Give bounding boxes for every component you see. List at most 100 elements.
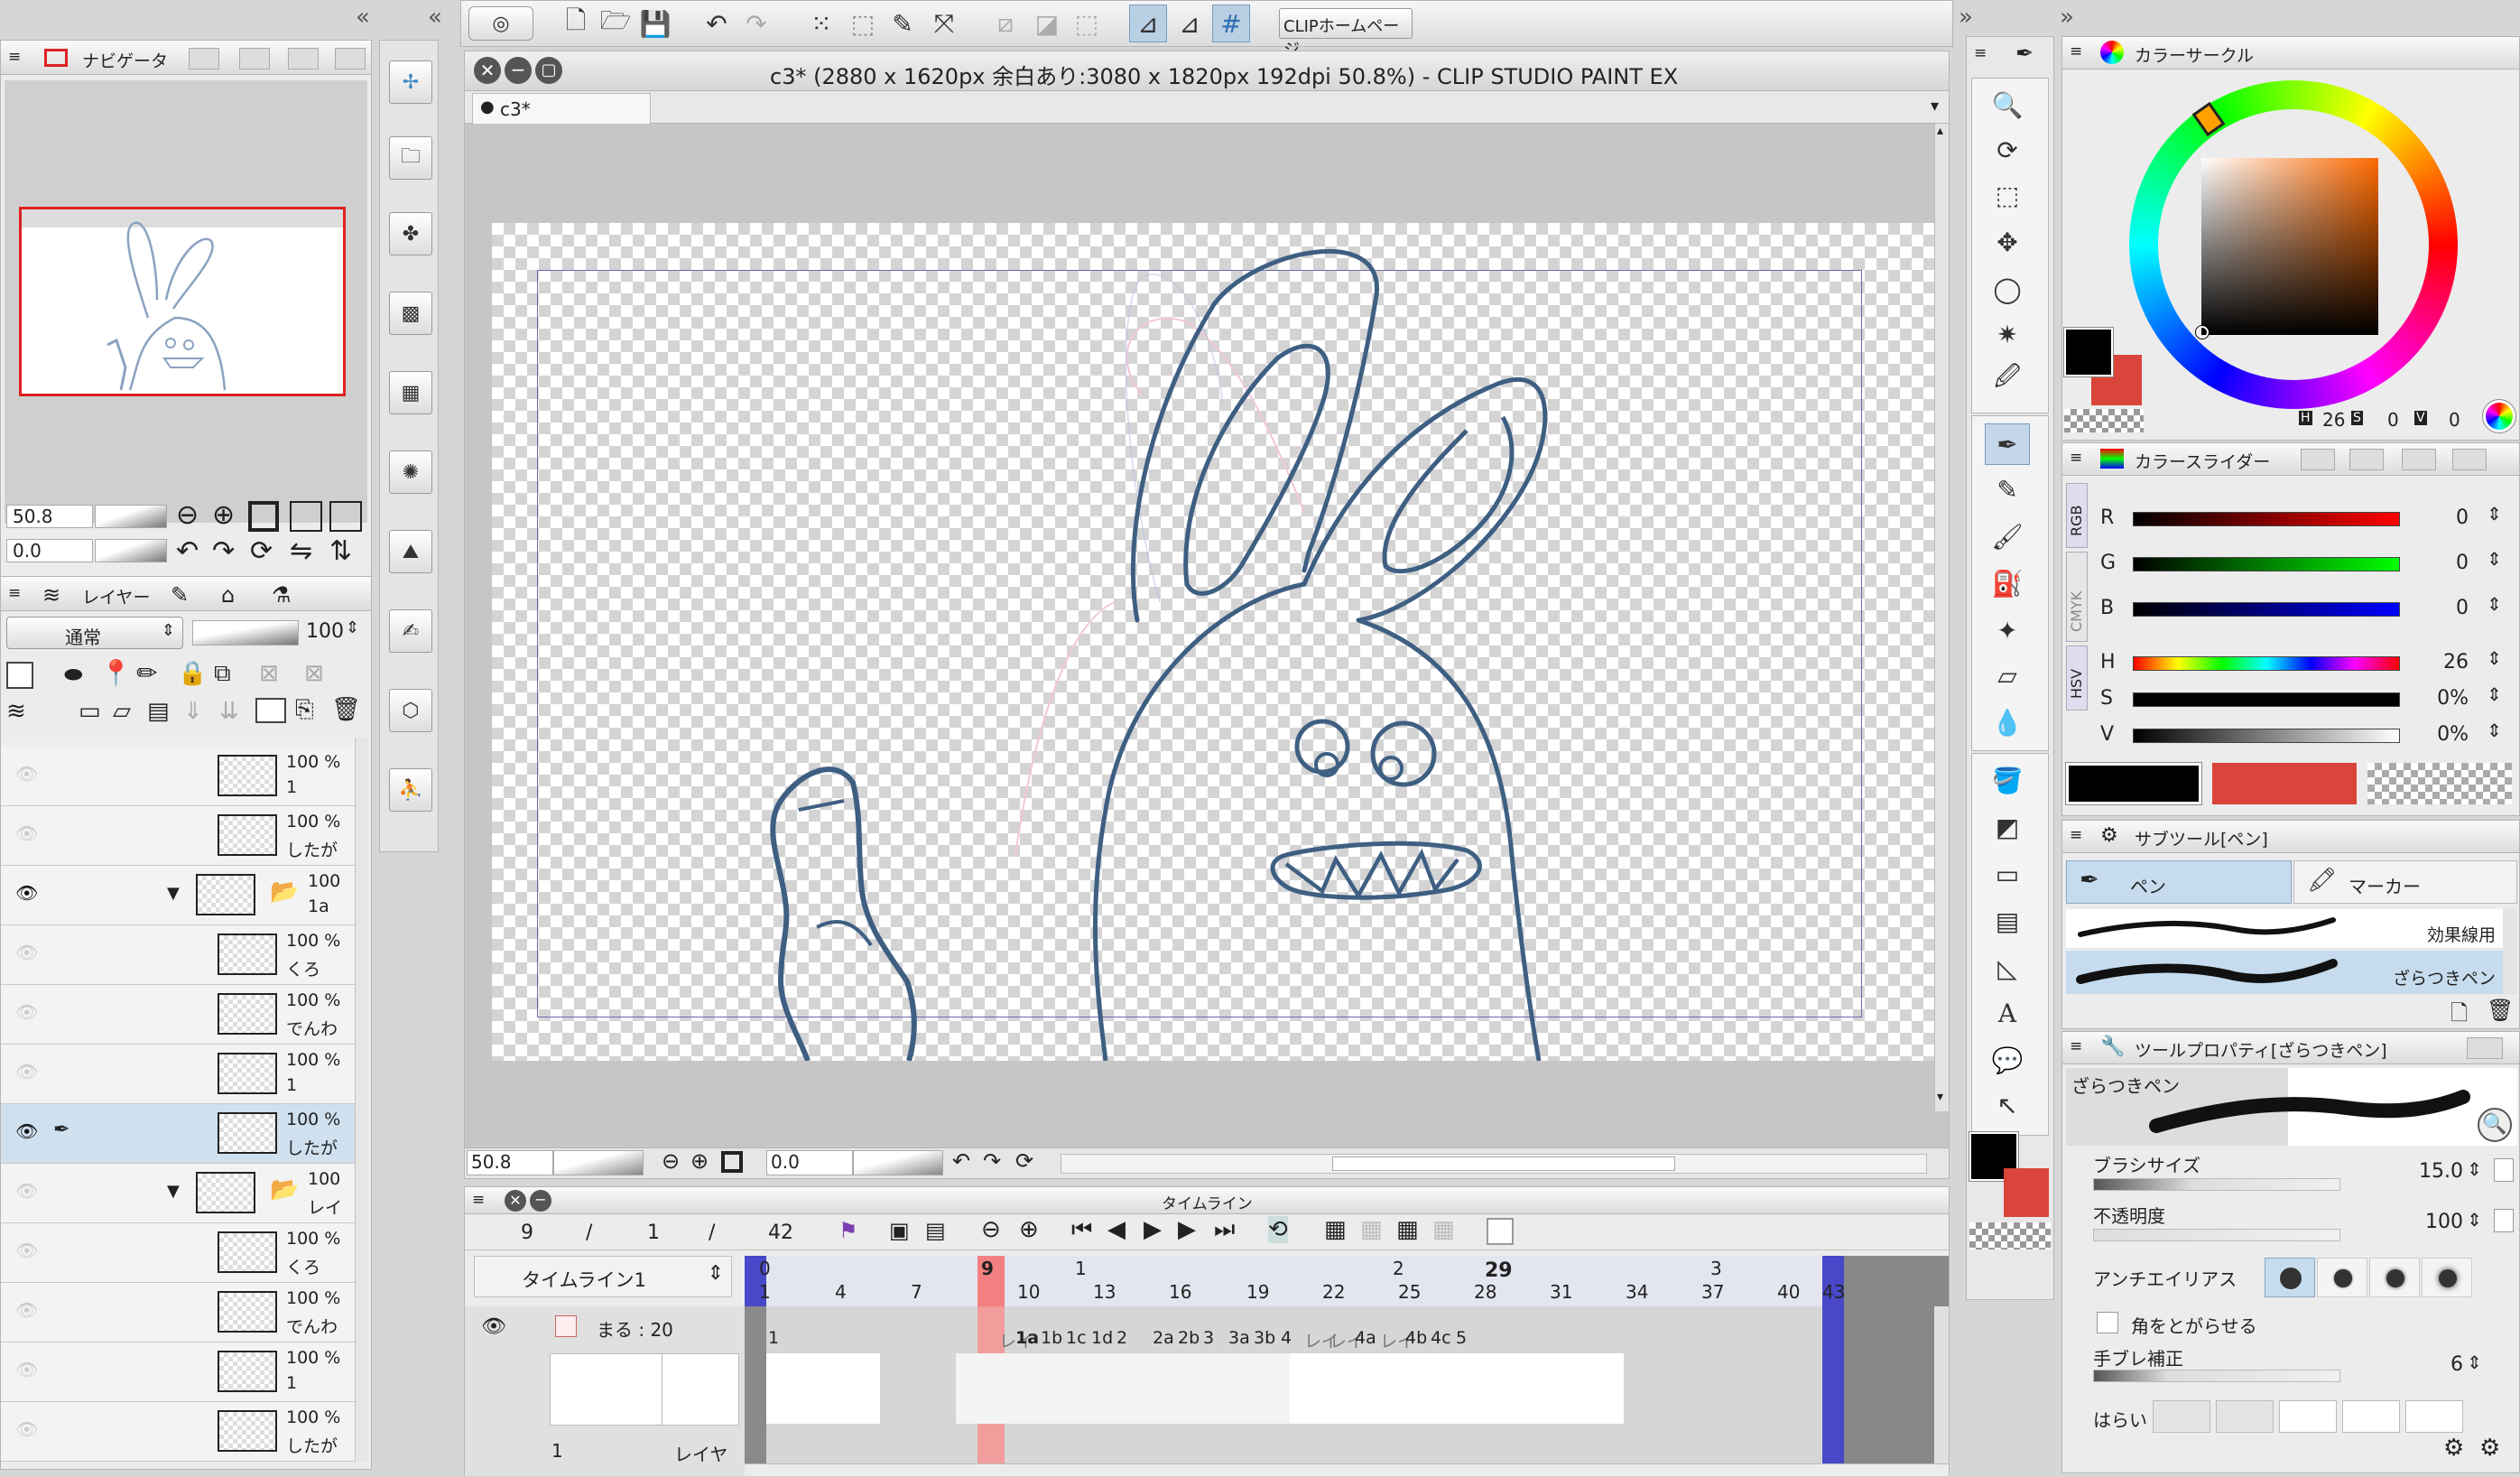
brush-item-selected[interactable]: ざらつきペン xyxy=(2066,951,2503,994)
new-file-icon[interactable]: 🗋 xyxy=(557,5,595,42)
maximize-icon[interactable]: ▢ xyxy=(535,57,562,84)
tab-tool-property[interactable]: ツールプロパティ[ざらつきペン] xyxy=(2135,1037,2387,1062)
brush-size-slider[interactable] xyxy=(2093,1178,2340,1191)
deselect-icon[interactable]: ⧄ xyxy=(987,5,1024,42)
close-icon[interactable]: ✕ xyxy=(505,1190,526,1212)
layer-row[interactable]: 👁 100 % でんわ xyxy=(1,985,355,1045)
eye-icon[interactable]: 👁 xyxy=(15,1120,38,1142)
timeline-ruler[interactable]: 0 1 2 3 1 4 7 9 10 13 16 19 22 25 28 31 34 37 40 43 29 xyxy=(745,1256,1949,1306)
navigator-viewport-frame[interactable] xyxy=(19,207,346,396)
cel-icon[interactable]: ▦ xyxy=(1432,1216,1455,1243)
tab-icon[interactable] xyxy=(2402,449,2436,470)
brush-item[interactable]: 効果線用 xyxy=(2066,909,2503,949)
color-mode-icon[interactable] xyxy=(2482,399,2516,433)
redo-icon[interactable]: ↷ xyxy=(737,5,775,42)
clip-home-button[interactable]: CLIPホームページ xyxy=(1279,8,1413,60)
reset-rotation-icon[interactable]: ⟳ xyxy=(1015,1148,1033,1174)
sub-color-swatch-small[interactable] xyxy=(2004,1168,2049,1217)
opacity-prop-slider[interactable] xyxy=(2093,1229,2340,1241)
antialias-none[interactable] xyxy=(2265,1258,2315,1297)
cel-label[interactable]: 3a xyxy=(1228,1328,1250,1348)
trash-icon[interactable]: 🗑 xyxy=(331,696,361,723)
canvas-vertical-scrollbar[interactable]: ▴ ▾ xyxy=(1934,124,1949,1111)
tab-subtool[interactable]: サブツール[ペン] xyxy=(2135,826,2268,850)
cel-label[interactable]: 4b xyxy=(1405,1328,1427,1348)
tab-icon[interactable] xyxy=(2349,449,2384,470)
current-frame[interactable]: 9 xyxy=(521,1222,533,1244)
folder-pattern-icon[interactable]: ✤ xyxy=(389,212,432,255)
eye-icon[interactable]: 👁 xyxy=(15,1418,38,1440)
magic-wand-icon[interactable]: ✷ xyxy=(1985,313,2030,355)
film-icon[interactable]: ▤ xyxy=(925,1218,946,1243)
blend-mode-select[interactable]: 通常 ⇕ xyxy=(6,617,183,649)
decoration-tool-icon[interactable]: ✦ xyxy=(1985,609,2030,651)
v-slider-value[interactable]: 0% xyxy=(2387,723,2469,746)
b-slider[interactable] xyxy=(2133,602,2400,617)
folder-figure-icon[interactable]: ⛹ xyxy=(389,768,432,812)
cel-label[interactable]: 1d xyxy=(1091,1328,1113,1348)
navigator-zoom-field[interactable]: 50.8 xyxy=(6,505,93,528)
rotate-right-icon[interactable]: ↷ xyxy=(212,535,235,567)
cel-label[interactable]: 1 xyxy=(768,1328,779,1348)
taper-option[interactable] xyxy=(2279,1400,2337,1433)
tab-navigator[interactable]: ナビゲータ xyxy=(82,48,168,72)
opacity-value[interactable]: 100 xyxy=(306,620,344,643)
cel-icon[interactable]: ▦ xyxy=(1396,1216,1419,1243)
chevron-double-left-icon[interactable]: « xyxy=(356,4,370,31)
select-all-icon[interactable]: ⬚ xyxy=(1068,5,1106,42)
fit-view-icon[interactable] xyxy=(721,1151,743,1173)
special-ruler-snap-icon[interactable]: ⊿ xyxy=(1171,5,1209,42)
eye-icon[interactable]: 👁 xyxy=(15,822,38,844)
new-cel-icon[interactable]: ▦ xyxy=(1324,1216,1347,1243)
antialias-medium[interactable] xyxy=(2369,1258,2420,1297)
prev-frame-icon[interactable]: ◀ xyxy=(1107,1216,1126,1243)
antialias-weak[interactable] xyxy=(2317,1258,2367,1297)
close-icon[interactable]: ✕ xyxy=(474,57,501,84)
r-stepper[interactable]: ⇕ xyxy=(2487,503,2502,525)
stabilization-value[interactable]: 6 xyxy=(2355,1353,2463,1376)
merge-icon[interactable]: ⇊ xyxy=(219,698,239,725)
airbrush-tool-icon[interactable]: ⛽ xyxy=(1985,562,2030,604)
total-frames[interactable]: 42 xyxy=(768,1222,793,1244)
chevron-double-right-icon[interactable]: » xyxy=(2060,4,2074,31)
subtool-scrollbar[interactable] xyxy=(2503,909,2517,994)
tab-color-circle[interactable]: カラーサークル xyxy=(2135,42,2254,67)
move-tool-icon[interactable]: ✥ xyxy=(1985,221,2030,263)
gradient-tool-icon[interactable]: ◩ xyxy=(1985,806,2030,848)
ruler-tool-icon[interactable]: ◺ xyxy=(1985,947,2030,989)
magnify-icon[interactable]: 🔍 xyxy=(2478,1108,2512,1142)
folder-brush-icon[interactable]: ✍ xyxy=(389,609,432,653)
eye-icon[interactable]: 👁 xyxy=(481,1315,506,1338)
eye-icon[interactable]: 👁 xyxy=(15,1061,38,1082)
canvas-zoom-slider[interactable] xyxy=(553,1150,644,1175)
clip-studio-icon[interactable]: ◎ xyxy=(468,6,533,41)
eraser-tool-icon[interactable]: ▱ xyxy=(1985,655,2030,696)
cel-label[interactable]: 4a xyxy=(1355,1328,1376,1348)
rotate-left-icon[interactable]: ↶ xyxy=(952,1148,970,1174)
tab-icon[interactable] xyxy=(335,48,366,70)
folder-tone-icon[interactable]: ▩ xyxy=(389,292,432,335)
antialias-strong[interactable] xyxy=(2422,1258,2472,1297)
tab-layer[interactable]: レイヤー xyxy=(82,584,150,608)
layer-row[interactable]: 👁 100 % でんわ xyxy=(1,1283,355,1342)
navigator-rotation-slider[interactable] xyxy=(95,539,167,562)
paint-icon[interactable]: ✏ xyxy=(136,658,157,688)
zoom-in-icon[interactable]: ⊕ xyxy=(212,499,235,531)
crop-icon[interactable]: ⬚ xyxy=(844,5,882,42)
fill-tool-icon[interactable]: 🪣 xyxy=(1985,759,2030,801)
tab-icon[interactable] xyxy=(2467,1037,2503,1059)
eye-icon[interactable]: 👁 xyxy=(15,882,38,904)
mask-icon[interactable]: ⬬ xyxy=(64,662,83,687)
cel-label[interactable]: 1c xyxy=(1066,1328,1087,1348)
navigator-preview[interactable] xyxy=(5,80,367,523)
brush-size-lock[interactable] xyxy=(2494,1158,2514,1182)
taper-option[interactable] xyxy=(2153,1400,2210,1433)
cel-label[interactable]: 2a xyxy=(1153,1328,1174,1348)
r-slider[interactable] xyxy=(2133,512,2400,526)
tab-icon[interactable]: ✎ xyxy=(171,582,189,608)
object-tool-icon[interactable]: ⬚ xyxy=(1985,174,2030,216)
b-value[interactable]: 0 xyxy=(2387,597,2469,619)
layer-row[interactable]: 👁 ✒ 100 % したが xyxy=(1,1104,355,1164)
first-frame-icon[interactable]: ⏮ xyxy=(1071,1216,1092,1244)
zoom-out-icon[interactable]: ⊖ xyxy=(981,1216,1001,1243)
